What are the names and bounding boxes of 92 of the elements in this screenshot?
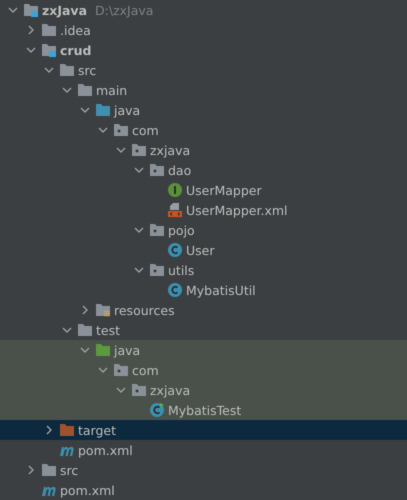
chevron-icon[interactable] (26, 25, 36, 35)
tree-row[interactable]: zxJava D:\zxJava (0, 0, 407, 20)
item-label: zxjava (150, 142, 190, 158)
tree-row[interactable]: pom.xml (0, 480, 407, 500)
item-label: MybatisTest (168, 402, 242, 418)
folder-icon (41, 463, 57, 477)
chevron-icon[interactable] (98, 125, 108, 135)
item-label: crud (60, 42, 92, 58)
folder-icon (41, 23, 57, 37)
item-label: src (60, 462, 78, 478)
chevron-icon[interactable] (134, 225, 144, 235)
package-folder-icon (149, 163, 165, 177)
tree-row[interactable]: UserMapper (0, 180, 407, 200)
chevron-icon[interactable] (8, 5, 18, 15)
tree-row[interactable]: utils (0, 260, 407, 280)
chevron-icon[interactable] (44, 425, 54, 435)
item-label: UserMapper (186, 182, 262, 198)
tree-row[interactable]: test (0, 320, 407, 340)
package-folder-icon (131, 383, 147, 397)
tree-row[interactable]: pom.xml (0, 440, 407, 460)
class-icon (167, 242, 183, 258)
tree-row[interactable]: com (0, 360, 407, 380)
chevron-icon[interactable] (116, 145, 126, 155)
chevron-icon[interactable] (134, 265, 144, 275)
chevron-icon[interactable] (26, 465, 36, 475)
tree-row[interactable]: User (0, 240, 407, 260)
chevron-icon[interactable] (26, 45, 36, 55)
tree-row[interactable]: MybatisTest (0, 400, 407, 420)
interface-icon (167, 182, 183, 198)
package-folder-icon (113, 363, 129, 377)
package-folder-icon (149, 223, 165, 237)
chevron-icon[interactable] (62, 85, 72, 95)
folder-icon (59, 63, 75, 77)
resources-folder-icon (95, 303, 111, 317)
item-label: src (78, 62, 96, 78)
item-label: User (186, 242, 214, 258)
item-label: target (78, 422, 116, 438)
item-label: dao (168, 162, 192, 178)
tree-row[interactable]: .idea (0, 20, 407, 40)
folder-icon (59, 423, 75, 437)
package-folder-icon (149, 263, 165, 277)
tree-row[interactable]: java (0, 100, 407, 120)
item-label: com (132, 122, 159, 138)
chevron-icon[interactable] (134, 165, 144, 175)
tree-row[interactable]: resources (0, 300, 407, 320)
chevron-icon[interactable] (116, 385, 126, 395)
folder-icon (77, 323, 93, 337)
item-label: .idea (60, 22, 91, 38)
folder-icon (95, 103, 111, 117)
chevron-icon[interactable] (62, 325, 72, 335)
item-label: utils (168, 262, 194, 278)
class-icon (149, 402, 165, 418)
module-folder-icon (23, 3, 39, 17)
item-label: com (132, 362, 159, 378)
chevron-icon[interactable] (44, 65, 54, 75)
tree-row[interactable]: UserMapper.xml (0, 200, 407, 220)
tree-row[interactable]: crud (0, 40, 407, 60)
tree-row[interactable]: pojo (0, 220, 407, 240)
package-folder-icon (131, 143, 147, 157)
item-label: test (96, 322, 120, 338)
tree-row[interactable]: src (0, 60, 407, 80)
folder-icon (77, 83, 93, 97)
item-label: resources (114, 302, 175, 318)
xml-file-icon (167, 202, 183, 218)
tree-row[interactable]: com (0, 120, 407, 140)
chevron-icon[interactable] (80, 105, 90, 115)
item-label: MybatisUtil (186, 282, 256, 298)
tree-row[interactable]: src (0, 460, 407, 480)
package-folder-icon (113, 123, 129, 137)
chevron-icon[interactable] (80, 345, 90, 355)
folder-icon (95, 343, 111, 357)
item-label: java (114, 102, 140, 118)
class-icon (167, 282, 183, 298)
item-label: java (114, 342, 140, 358)
item-label: pom.xml (78, 442, 133, 458)
item-label: pojo (168, 222, 195, 238)
tree-row[interactable]: dao (0, 160, 407, 180)
tree-row[interactable]: main (0, 80, 407, 100)
tree-row[interactable]: zxjava (0, 140, 407, 160)
tree-row[interactable]: MybatisUtil (0, 280, 407, 300)
chevron-icon[interactable] (80, 305, 90, 315)
tree-row[interactable]: zxjava (0, 380, 407, 400)
tree-row[interactable]: target (0, 420, 407, 440)
item-label: zxJava (42, 2, 88, 18)
chevron-icon[interactable] (98, 365, 108, 375)
path-label: D:\zxJava (95, 2, 154, 18)
item-label: zxjava (150, 382, 190, 398)
item-label: main (96, 82, 128, 98)
item-label: UserMapper.xml (186, 202, 288, 218)
tree-row[interactable]: java (0, 340, 407, 360)
module-folder-icon (41, 43, 57, 57)
item-label: pom.xml (60, 482, 115, 498)
